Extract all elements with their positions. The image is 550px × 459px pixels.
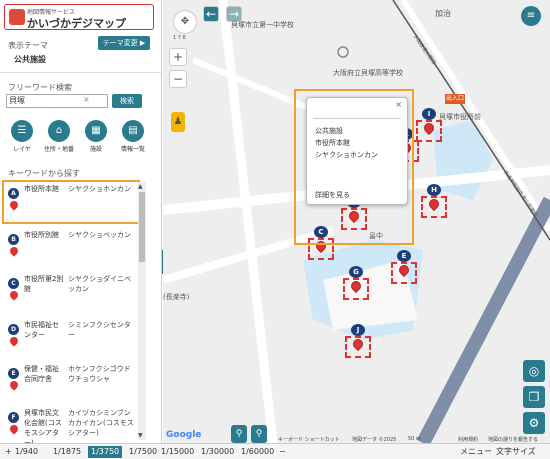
back-arrow-icon[interactable]: ← <box>203 6 219 22</box>
compass-icon[interactable]: ✥ <box>173 10 197 34</box>
table-icon: ▤ <box>122 120 144 142</box>
scroll-down-icon[interactable]: ▼ <box>138 432 143 439</box>
map-marker[interactable]: G <box>343 266 369 300</box>
logo-title: かいづかデジマップ <box>27 17 126 30</box>
map-scale: 50 m <box>408 436 421 442</box>
keyboard-shortcut-link[interactable]: キーボード ショートカット <box>278 436 340 443</box>
report-link[interactable]: 地図の誤りを報告する <box>488 436 538 443</box>
divider <box>0 72 161 73</box>
list-item[interactable]: F 貝塚市民文化会館(コスモスシアター) カイヅカシミンブンカカイカン(コスモス… <box>4 406 136 443</box>
pin-icon <box>8 245 20 257</box>
theme-label: 表示テーマ <box>8 41 48 50</box>
map-label-high-school: 大阪府立貝塚高等学校 <box>333 69 403 77</box>
current-theme: 公共施設 <box>14 55 46 64</box>
settings-icon[interactable]: ⚙ <box>523 412 545 434</box>
tool-address[interactable]: ⌂ 住所・地番 <box>44 120 74 153</box>
map-marker[interactable]: I <box>416 108 442 142</box>
freeword-label: フリーワード検索 <box>8 83 72 92</box>
scrollbar-thumb[interactable] <box>139 192 145 262</box>
scale-minus-icon[interactable]: − <box>276 446 289 458</box>
map-marker[interactable]: J <box>345 324 371 358</box>
list-item[interactable]: C 市役所第2別館 シヤクショダイニベッカン <box>4 272 136 316</box>
map-label-school: 貝塚市立第一中学校 <box>231 21 294 29</box>
exit-badge: 出入口 <box>445 94 465 104</box>
clear-icon[interactable]: × <box>83 95 90 104</box>
scale-option[interactable]: 1/940 <box>12 446 41 458</box>
list-item[interactable]: B 市役所別館 シヤクショベッカン <box>4 228 136 272</box>
selected-item-highlight <box>2 180 140 224</box>
pin-icon <box>8 289 20 301</box>
search-button[interactable]: 検索 <box>112 94 142 108</box>
scale-option[interactable]: 1/60000 <box>238 446 277 458</box>
scale-option[interactable]: 1/30000 <box>198 446 237 458</box>
scale-option[interactable]: 1/7500 <box>126 446 160 458</box>
marker-badge: C <box>8 278 19 289</box>
tool-layer[interactable]: ☰ レイヤ <box>7 120 37 153</box>
scale-option[interactable]: 1/1875 <box>50 446 84 458</box>
building-icon: ▦ <box>85 120 107 142</box>
scroll-up-icon[interactable]: ▲ <box>138 183 143 190</box>
pin-icon <box>8 335 20 347</box>
list-item[interactable]: D 市民福祉センター シミンフクシセンター <box>4 318 136 362</box>
map-marker[interactable]: E <box>391 250 417 284</box>
popup-highlight <box>294 89 414 245</box>
search-input[interactable]: 貝塚 <box>6 94 108 108</box>
sidebar: 地図情報サービス かいづかデジマップ 表示テーマ テーマ変更 ▶ 公共施設 フリ… <box>0 0 162 443</box>
pin-icon <box>8 423 20 435</box>
list-item[interactable]: E 保健・福祉合同庁舎 ホケンフクシゴウドウチョウシャ <box>4 362 136 406</box>
pin-tool-icon[interactable]: ⚲ <box>231 425 247 443</box>
pin-icon <box>8 379 20 391</box>
list-icon: ☰ <box>11 120 33 142</box>
menu-icon[interactable]: ≡ <box>521 6 541 26</box>
map-label-kaji: 加治 <box>435 9 451 18</box>
marker-badge: B <box>8 234 19 245</box>
font-size-link[interactable]: 文字サイズ <box>496 446 536 458</box>
map-marker[interactable]: H <box>421 184 447 218</box>
marker-badge: F <box>8 412 19 423</box>
google-logo: Google <box>166 430 202 440</box>
pin-tool-icon[interactable]: ⚲ <box>251 425 267 443</box>
marker-badge: D <box>8 324 19 335</box>
copy-icon[interactable]: ❐ <box>523 386 545 408</box>
locate-icon[interactable]: ◎ <box>523 360 545 382</box>
zoom-out-button[interactable]: − <box>169 70 187 88</box>
theme-change-button[interactable]: テーマ変更 ▶ <box>98 36 150 50</box>
logo-icon <box>9 9 25 25</box>
street-view-icon[interactable]: ♟ <box>171 112 185 132</box>
marker-badge: E <box>8 368 19 379</box>
map-data-attribution: 地図データ ©2025 <box>352 437 397 443</box>
map-label-choraku: (長楽寺) <box>163 293 190 301</box>
zoom-in-button[interactable]: + <box>169 48 187 66</box>
map-label-station: 貝塚市役所前 <box>439 113 481 121</box>
app-logo[interactable]: 地図情報サービス かいづかデジマップ <box>4 4 154 30</box>
keyword-title: キーワードから探す <box>8 169 80 178</box>
scale-selector: + 1/940 1/1875 1/3750 1/7500 1/15000 1/3… <box>0 443 550 459</box>
tool-info-list[interactable]: ▤ 情報一覧 <box>118 120 148 153</box>
compass-readout: 1 7 8 <box>173 35 186 41</box>
terms-link[interactable]: 利用規約 <box>458 436 478 443</box>
house-icon: ⌂ <box>48 120 70 142</box>
tool-facility[interactable]: ▦ 施設 <box>81 120 111 153</box>
menu-link[interactable]: メニュー <box>460 446 492 458</box>
scale-option-active[interactable]: 1/3750 <box>88 446 123 458</box>
scale-option[interactable]: 1/15000 <box>158 446 197 458</box>
